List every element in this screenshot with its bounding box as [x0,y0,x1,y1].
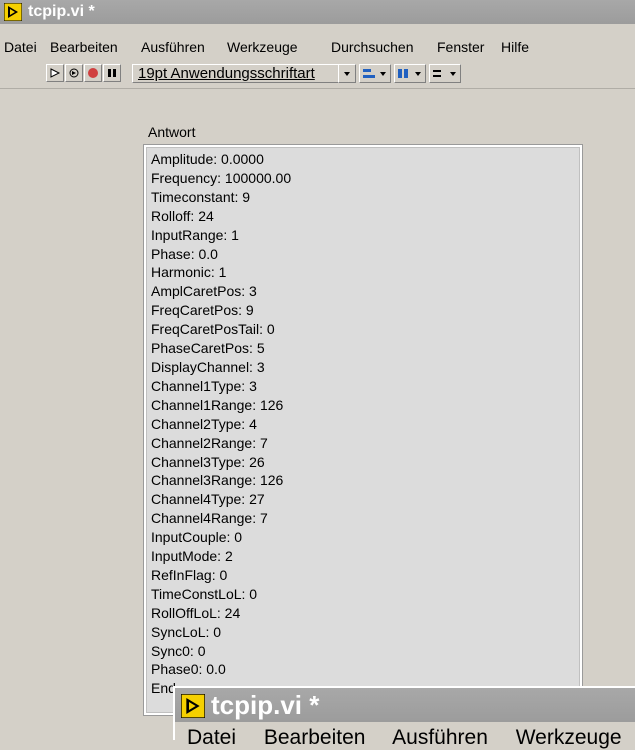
font-select-dropdown-icon[interactable] [338,64,356,83]
line-phasecaretpos: PhaseCaretPos: 5 [151,340,265,357]
labview-app-icon [181,694,205,718]
line-refinflag: RefInFlag: 0 [151,566,228,583]
line-harmonic: Harmonic: 1 [151,264,227,281]
line-timeconstant: Timeconstant: 9 [151,188,251,205]
toolbar-separator [0,88,635,89]
overlay-menu-ausfuehren[interactable]: Ausführen [392,726,488,749]
line-rolloff: Rolloff: 24 [151,207,214,224]
antwort-label: Antwort [148,124,196,140]
overlay-window-title: tcpip.vi * [211,690,320,720]
menu-fenster[interactable]: Fenster [437,36,484,58]
line-channel2range: Channel2Range: 7 [151,434,268,451]
line-freqcaretpos: FreqCaretPos: 9 [151,302,254,319]
line-synclol: SyncLoL: 0 [151,623,222,640]
line-rollofflol: RollOffLoL: 24 [151,604,241,621]
abort-icon[interactable] [84,64,102,82]
line-frequency: Frequency: 100000.00 [151,169,292,186]
font-select[interactable]: 19pt Anwendungsschriftart [132,64,344,83]
menu-hilfe[interactable]: Hilfe [501,36,529,58]
align-objects-icon[interactable] [359,64,391,83]
reorder-icon[interactable] [429,64,461,83]
run-arrow-icon[interactable] [46,64,64,82]
antwort-text-area: Amplitude: 0.0000 Frequency: 100000.00 T… [146,147,580,713]
menu-durchsuchen[interactable]: Durchsuchen [331,36,414,58]
line-phase: Phase: 0.0 [151,245,218,262]
overlay-menu-bearbeiten[interactable]: Bearbeiten [264,726,366,749]
line-timeconstlol: TimeConstLoL: 0 [151,585,258,602]
line-amplcaretpos: AmplCaretPos: 3 [151,283,257,300]
distribute-objects-icon[interactable] [394,64,426,83]
menu-bar: Datei Bearbeiten Ausführen Werkzeuge Dur… [0,36,635,58]
overlay-menu-werkzeuge[interactable]: Werkzeuge [516,726,622,749]
line-channel4range: Channel4Range: 7 [151,510,268,527]
overlay-window[interactable]: tcpip.vi * Datei Bearbeiten Ausführen We… [173,686,635,749]
line-inputmode: InputMode: 2 [151,548,233,565]
menu-ausfuehren[interactable]: Ausführen [141,36,205,58]
window-titlebar[interactable]: tcpip.vi * [0,0,635,24]
line-inputcouple: InputCouple: 0 [151,529,243,546]
line-channel2type: Channel2Type: 4 [151,415,257,432]
menu-werkzeuge[interactable]: Werkzeuge [227,36,298,58]
toolbar: 19pt Anwendungsschriftart [0,62,635,86]
run-continuous-icon[interactable] [65,64,83,82]
line-channel1type: Channel1Type: 3 [151,377,257,394]
labview-app-icon [4,3,22,21]
line-amplitude: Amplitude: 0.0000 [151,151,264,167]
menu-bearbeiten[interactable]: Bearbeiten [50,36,118,58]
line-displaychannel: DisplayChannel: 3 [151,358,265,375]
menu-datei[interactable]: Datei [4,36,37,58]
line-channel3range: Channel3Range: 126 [151,472,284,489]
line-freqcaretpostail: FreqCaretPosTail: 0 [151,321,275,338]
overlay-titlebar[interactable]: tcpip.vi * [175,688,635,722]
line-sync0: Sync0: 0 [151,642,206,659]
overlay-menu-datei[interactable]: Datei [187,726,236,749]
antwort-lines: Amplitude: 0.0000 Frequency: 100000.00 T… [151,150,291,698]
pause-icon[interactable] [103,64,121,82]
line-phase0: Phase0: 0.0 [151,661,226,678]
line-channel3type: Channel3Type: 26 [151,453,265,470]
window-title: tcpip.vi * [28,3,95,20]
overlay-menu-bar: Datei Bearbeiten Ausführen Werkzeuge F [187,726,635,750]
line-inputrange: InputRange: 1 [151,226,239,243]
line-channel4type: Channel4Type: 27 [151,491,265,508]
antwort-string-indicator[interactable]: Amplitude: 0.0000 Frequency: 100000.00 T… [143,144,583,716]
line-channel1range: Channel1Range: 126 [151,396,284,413]
